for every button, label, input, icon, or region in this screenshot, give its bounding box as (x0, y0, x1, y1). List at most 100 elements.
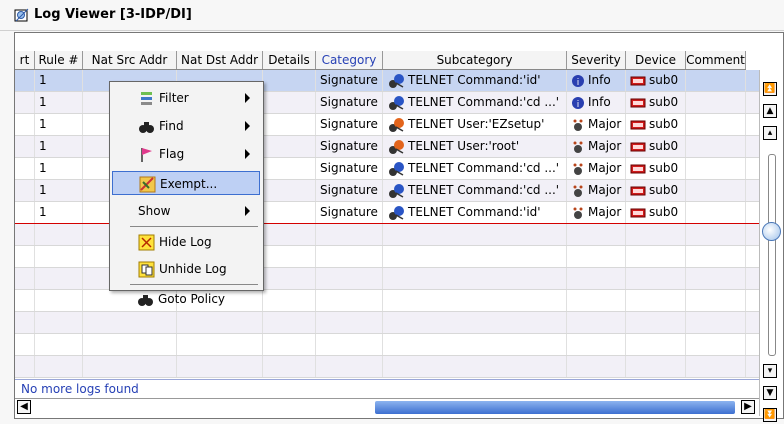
device-text: sub0 (649, 139, 679, 153)
scroll-left-button[interactable]: ◀ (17, 400, 31, 414)
device-icon (630, 120, 646, 129)
severity-text: Info (588, 73, 611, 87)
empty-table-row[interactable] (15, 356, 759, 378)
scroll-top-button[interactable]: ⏫ (763, 82, 777, 96)
column-header-subcategory[interactable]: Subcategory (383, 51, 567, 69)
cell-empty (567, 224, 626, 245)
signature-attack-icon (389, 139, 404, 154)
menu-item-show[interactable]: Show (112, 199, 260, 223)
severity-major-icon (573, 119, 583, 131)
cell-empty (15, 268, 35, 289)
empty-table-row[interactable] (15, 334, 759, 356)
menu-separator (130, 226, 258, 227)
cell-empty (567, 268, 626, 289)
menu-label-goto-policy: Goto Policy (158, 292, 226, 306)
cell-rule: 1 (35, 70, 83, 91)
page-up-button[interactable]: ▲ (763, 104, 777, 118)
column-header-nat-dst-addr[interactable]: Nat Dst Addr (177, 51, 263, 69)
cell-empty (35, 290, 83, 311)
device-icon (630, 98, 646, 107)
cell-empty (15, 224, 35, 245)
cell-empty (626, 312, 686, 333)
scroll-down-button[interactable]: ▾ (763, 364, 777, 378)
cell-category: Signature (316, 114, 383, 135)
menu-item-hide-log[interactable]: Hide Log (112, 230, 260, 254)
cell-empty (686, 202, 746, 223)
cell-empty (567, 334, 626, 355)
cell-empty (263, 224, 316, 245)
empty-table-row[interactable] (15, 312, 759, 334)
page-down-button[interactable]: ▼ (763, 386, 777, 400)
column-header-comment[interactable]: Comment (686, 51, 746, 69)
vertical-scroll-thumb[interactable] (762, 222, 781, 241)
vertical-track[interactable] (768, 154, 776, 356)
cell-empty (316, 290, 383, 311)
cell-empty (83, 312, 177, 333)
column-header-details[interactable]: Details (263, 51, 316, 69)
cell-subcategory: TELNET User:'EZsetup' (383, 114, 567, 135)
cell-subcategory: TELNET Command:'cd ...' (383, 180, 567, 201)
vertical-scrollbar[interactable]: ⏫ ▲ ▴ ▾ ▼ ⏬ (759, 70, 782, 422)
cell-empty (35, 246, 83, 267)
cell-rule: 1 (35, 92, 83, 113)
title-bar: Log Viewer [3-IDP/DI] (0, 0, 784, 31)
cell-rule: 1 (35, 158, 83, 179)
menu-item-exempt[interactable]: Exempt... (112, 171, 260, 195)
menu-item-filter[interactable]: Filter (112, 86, 260, 110)
menu-item-unhide-log[interactable]: Unhide Log (112, 257, 260, 281)
cell-empty (263, 136, 316, 157)
cell-empty (626, 334, 686, 355)
menu-item-find[interactable]: Find (112, 114, 260, 138)
cell-empty (263, 158, 316, 179)
column-header-device[interactable]: Device (626, 51, 686, 69)
cell-empty (15, 70, 35, 91)
cell-empty (263, 70, 316, 91)
horizontal-scrollbar[interactable]: ◀ ▶ (15, 398, 759, 417)
cell-empty (263, 268, 316, 289)
cell-subcategory: TELNET Command:'cd ...' (383, 92, 567, 113)
cell-category: Signature (316, 136, 383, 157)
cell-empty (263, 246, 316, 267)
column-header-nat-src-addr[interactable]: Nat Src Addr (83, 51, 177, 69)
severity-text: Major (588, 139, 622, 153)
device-icon (630, 142, 646, 151)
device-icon (630, 186, 646, 195)
cell-empty (686, 92, 746, 113)
svg-text:i: i (577, 100, 580, 110)
column-header-category[interactable]: Category (316, 51, 383, 69)
cell-rule: 1 (35, 136, 83, 157)
cell-category: Signature (316, 158, 383, 179)
cell-empty (35, 312, 83, 333)
device-text: sub0 (649, 95, 679, 109)
cell-subcategory: TELNET User:'root' (383, 136, 567, 157)
scroll-up-button[interactable]: ▴ (763, 126, 777, 140)
table-header: rt Rule # Nat Src Addr Nat Dst Addr Details C… (15, 51, 746, 70)
cell-empty (686, 290, 746, 311)
menu-item-flag[interactable]: Flag (112, 142, 260, 166)
cell-device: sub0 (626, 136, 686, 157)
scroll-bottom-button[interactable]: ⏬ (763, 408, 777, 422)
device-text: sub0 (649, 183, 679, 197)
column-header-severity[interactable]: Severity (567, 51, 626, 69)
cell-empty (686, 180, 746, 201)
device-icon (630, 208, 646, 217)
cell-empty (316, 224, 383, 245)
cell-rule: 1 (35, 114, 83, 135)
cell-empty (263, 114, 316, 135)
cell-empty (316, 356, 383, 377)
device-icon (630, 164, 646, 173)
severity-major-icon (573, 207, 583, 219)
severity-text: Major (588, 205, 622, 219)
severity-text: Major (588, 117, 622, 131)
device-icon (630, 76, 646, 85)
cell-device: sub0 (626, 70, 686, 91)
cell-empty (383, 334, 567, 355)
scroll-right-button[interactable]: ▶ (741, 400, 755, 414)
menu-item-goto-policy[interactable]: Goto Policy (111, 287, 259, 311)
column-header-rt[interactable]: rt (15, 51, 35, 69)
horizontal-scroll-thumb[interactable] (375, 401, 735, 414)
cell-empty (177, 334, 263, 355)
subcategory-text: TELNET Command:'id' (408, 205, 541, 219)
cell-rule: 1 (35, 202, 83, 223)
column-header-rule-[interactable]: Rule # (35, 51, 83, 69)
